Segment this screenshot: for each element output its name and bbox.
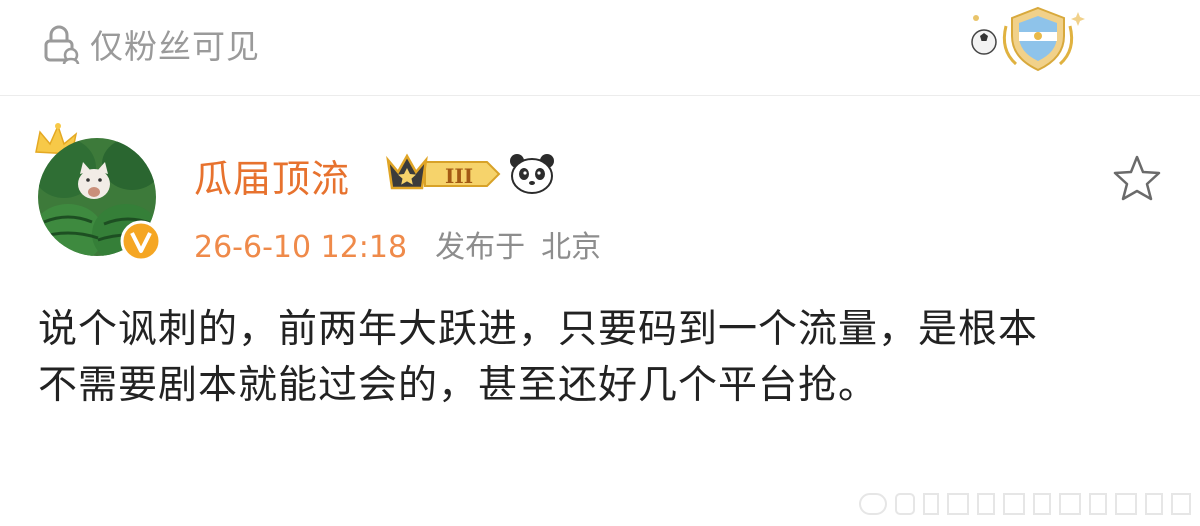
visibility-label: 仅粉丝可见	[90, 27, 260, 66]
star-outline-icon[interactable]	[1112, 154, 1162, 202]
post-body-line: 说个讽刺的，前两年大跃进，只要码到一个流量，是根本	[38, 307, 1039, 352]
author-avatar-container[interactable]	[32, 122, 162, 262]
svg-text:III: III	[445, 164, 473, 188]
lock-person-icon	[44, 25, 80, 65]
vip-level-iii-icon[interactable]: III	[385, 152, 501, 196]
visibility-indicator: 仅粉丝可见	[38, 22, 260, 66]
post-timestamp: 26-6-10 12:18	[194, 230, 408, 265]
panda-face-icon	[510, 154, 554, 194]
post-body-line: 不需要剧本就能过会的，甚至还好几个平台抢。	[38, 363, 879, 408]
posted-from-label: 发布于	[435, 230, 526, 265]
visibility-bar: 仅粉丝可见	[0, 0, 1200, 96]
post-location: 北京	[541, 230, 602, 265]
post-body: 说个讽刺的，前两年大跃进，只要码到一个流量，是根本 不需要剧本就能过会的，甚至还…	[38, 302, 1168, 414]
watermark-icon	[859, 493, 1191, 515]
post-meta: 26-6-10 12:18 发布于 北京	[194, 222, 601, 266]
author-name[interactable]: 瓜届顶流	[194, 148, 350, 203]
v-verified-icon	[120, 220, 162, 262]
football-shield-badge-icon	[971, 6, 1085, 72]
